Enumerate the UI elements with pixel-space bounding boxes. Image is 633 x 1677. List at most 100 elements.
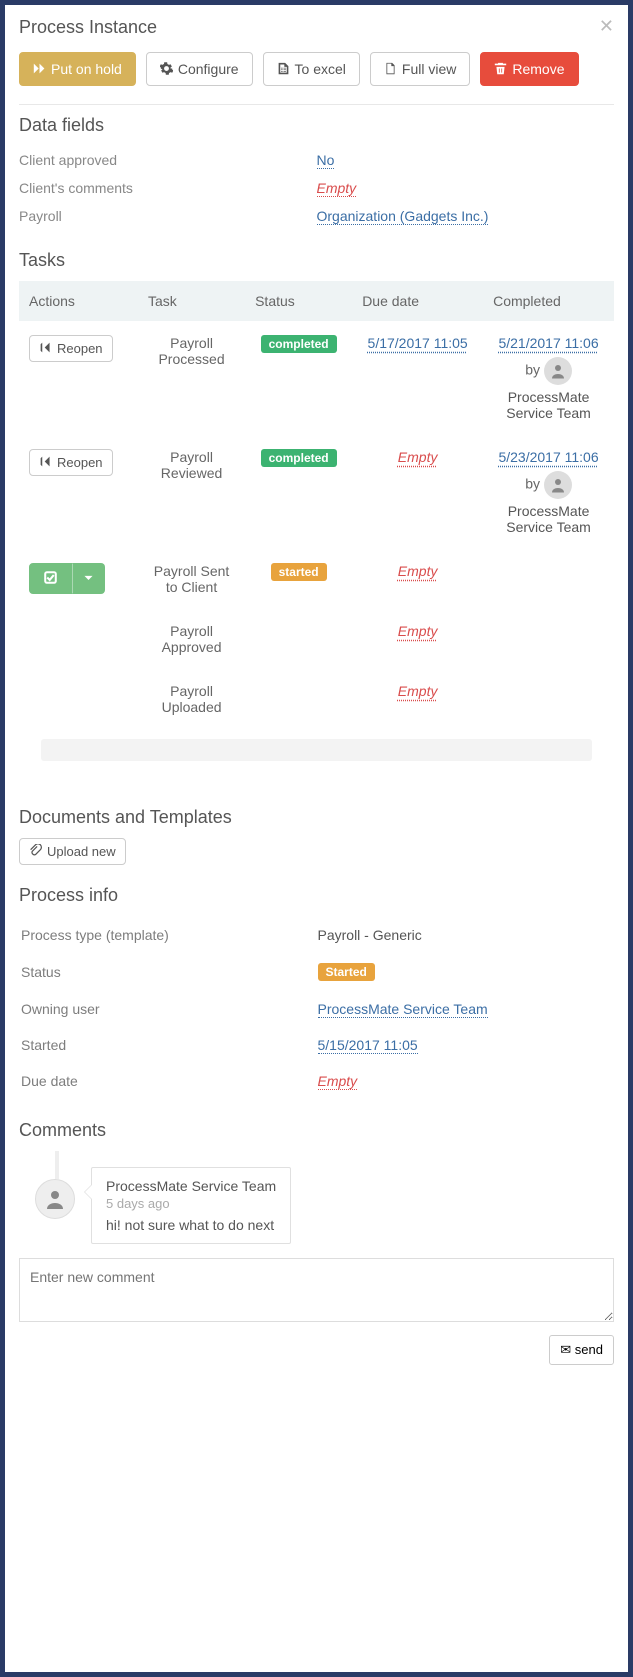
due-date[interactable]: 5/17/2017 11:05 <box>368 335 468 351</box>
gear-icon <box>160 61 173 77</box>
process-info-section: Process info Process type (template)Payr… <box>5 875 628 1110</box>
send-label: send <box>575 1342 603 1357</box>
table-row: Payroll Approved Empty <box>19 609 614 669</box>
remove-label: Remove <box>512 61 564 77</box>
envelope-icon: ✉ <box>560 1342 571 1357</box>
data-field-row: PayrollOrganization (Gadgets Inc.) <box>19 202 614 230</box>
task-name: Payroll Sent to Client <box>138 549 245 609</box>
paperclip-icon <box>29 844 42 859</box>
table-row: Reopen Payroll Processed completed 5/17/201… <box>19 321 614 435</box>
data-field-row: Client approvedNo <box>19 146 614 174</box>
due-date[interactable]: Empty <box>398 449 438 465</box>
data-fields-heading: Data fields <box>19 115 614 136</box>
put-on-hold-button[interactable]: Put on hold <box>19 52 136 86</box>
completed-by-name: ProcessMate Service Team <box>493 503 604 535</box>
tasks-column-header: Actions <box>19 281 138 321</box>
completed-date[interactable]: 5/23/2017 11:06 <box>498 449 598 465</box>
to-excel-label: To excel <box>295 61 346 77</box>
task-name: Payroll Uploaded <box>138 669 245 729</box>
tasks-column-header: Task <box>138 281 245 321</box>
info-row: Owning userProcessMate Service Team <box>21 992 612 1026</box>
task-name: Payroll Approved <box>138 609 245 669</box>
configure-button[interactable]: Configure <box>146 52 253 86</box>
put-on-hold-label: Put on hold <box>51 61 122 77</box>
due-date[interactable]: Empty <box>398 563 438 579</box>
tasks-column-header: Status <box>245 281 352 321</box>
full-view-button[interactable]: Full view <box>370 52 470 86</box>
file-excel-icon <box>277 61 290 77</box>
data-field-row: Client's commentsEmpty <box>19 174 614 202</box>
status-badge: completed <box>261 335 337 353</box>
step-backward-icon <box>39 341 52 356</box>
data-fields-section: Data fields Client approvedNoClient's co… <box>5 105 628 240</box>
trash-icon <box>494 61 507 77</box>
data-field-label: Payroll <box>19 208 317 224</box>
close-icon[interactable]: ✕ <box>599 17 614 35</box>
completed-by-line: by <box>493 357 604 385</box>
documents-section: Documents and Templates Upload new <box>5 797 628 875</box>
table-row: Payroll Sent to Client started Empty <box>19 549 614 609</box>
info-row: Process type (template)Payroll - Generic <box>21 918 612 952</box>
data-field-label: Client approved <box>19 152 317 168</box>
due-date[interactable]: Empty <box>398 623 438 639</box>
tasks-column-header: Due date <box>352 281 483 321</box>
process-instance-modal: Process Instance ✕ Put on hold Configure… <box>4 4 629 1673</box>
reopen-button[interactable]: Reopen <box>29 449 113 476</box>
modal-header: Process Instance ✕ <box>5 5 628 46</box>
upload-new-button[interactable]: Upload new <box>19 838 126 865</box>
tasks-table: ActionsTaskStatusDue dateCompleted Reope… <box>19 281 614 729</box>
data-field-value[interactable]: Empty <box>317 180 357 197</box>
table-row: Payroll Uploaded Empty <box>19 669 614 729</box>
avatar <box>544 357 572 385</box>
status-badge: completed <box>261 449 337 467</box>
due-date[interactable]: Empty <box>398 683 438 699</box>
remove-button[interactable]: Remove <box>480 52 578 86</box>
info-value[interactable]: Empty <box>318 1073 358 1090</box>
info-row: Started5/15/2017 11:05 <box>21 1028 612 1062</box>
reopen-label: Reopen <box>57 341 103 356</box>
check-square-icon <box>44 571 57 586</box>
complete-task-button[interactable] <box>29 563 72 594</box>
status-badge: started <box>271 563 327 581</box>
info-label: Owning user <box>21 992 316 1026</box>
send-button[interactable]: ✉ send <box>549 1335 614 1365</box>
info-row: Due dateEmpty <box>21 1064 612 1098</box>
caret-down-icon <box>82 571 95 586</box>
tasks-heading: Tasks <box>19 250 614 271</box>
info-row: StatusStarted <box>21 954 612 990</box>
task-name: Payroll Reviewed <box>138 435 245 549</box>
toolbar: Put on hold Configure To excel Full view… <box>5 46 628 104</box>
tasks-column-header: Completed <box>483 281 614 321</box>
comment-input[interactable] <box>19 1258 614 1322</box>
reopen-button[interactable]: Reopen <box>29 335 113 362</box>
comments-heading: Comments <box>19 1120 614 1141</box>
avatar <box>35 1179 75 1219</box>
complete-task-dropdown[interactable] <box>72 563 105 594</box>
info-label: Status <box>21 954 316 990</box>
data-field-value[interactable]: No <box>317 152 335 169</box>
process-info-heading: Process info <box>19 885 614 906</box>
info-label: Started <box>21 1028 316 1062</box>
upload-new-label: Upload new <box>47 844 116 859</box>
task-name: Payroll Processed <box>138 321 245 435</box>
fast-forward-icon <box>33 61 46 77</box>
data-field-value[interactable]: Organization (Gadgets Inc.) <box>317 208 489 225</box>
comment-time: 5 days ago <box>106 1196 276 1211</box>
configure-label: Configure <box>178 61 239 77</box>
info-label: Due date <box>21 1064 316 1098</box>
to-excel-button[interactable]: To excel <box>263 52 360 86</box>
info-value[interactable]: 5/15/2017 11:05 <box>318 1037 418 1054</box>
comment-author: ProcessMate Service Team <box>106 1178 276 1194</box>
completed-by-name: ProcessMate Service Team <box>493 389 604 421</box>
tasks-section: Tasks ActionsTaskStatusDue dateCompleted… <box>5 240 628 797</box>
reopen-label: Reopen <box>57 455 103 470</box>
documents-heading: Documents and Templates <box>19 807 614 828</box>
modal-title: Process Instance <box>19 17 157 38</box>
file-icon <box>384 61 397 77</box>
info-value: Payroll - Generic <box>318 927 422 943</box>
completed-date[interactable]: 5/21/2017 11:06 <box>498 335 598 351</box>
avatar <box>544 471 572 499</box>
status-badge: Started <box>318 963 375 981</box>
comment-item: ProcessMate Service Team 5 days ago hi! … <box>19 1151 614 1254</box>
info-value[interactable]: ProcessMate Service Team <box>318 1001 488 1018</box>
